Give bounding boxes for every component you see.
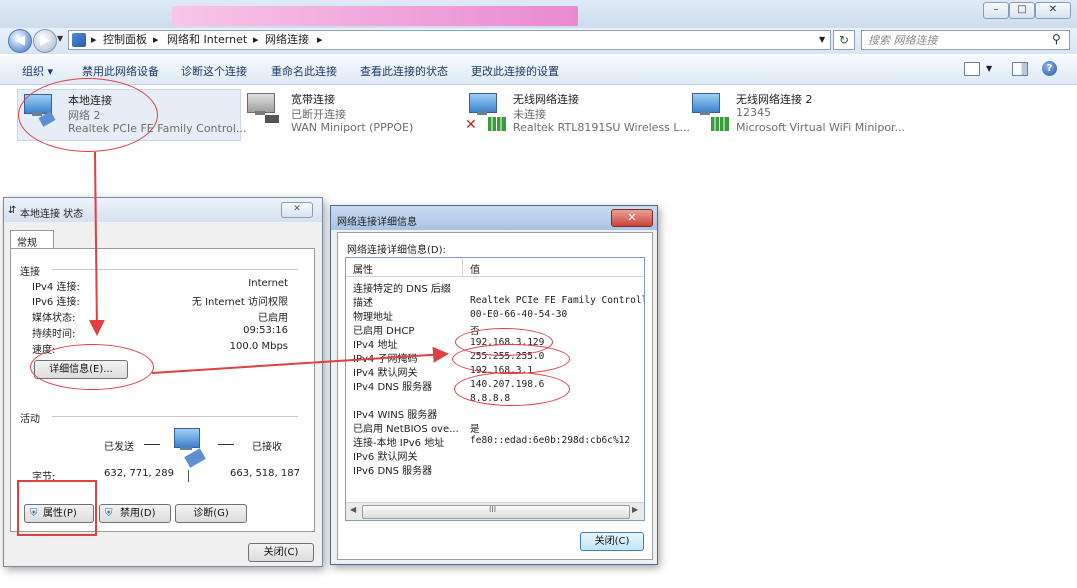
annotation-arrow-down bbox=[88, 151, 105, 336]
annotation-arrow-right bbox=[151, 346, 449, 374]
annotation-arrows bbox=[88, 151, 449, 374]
